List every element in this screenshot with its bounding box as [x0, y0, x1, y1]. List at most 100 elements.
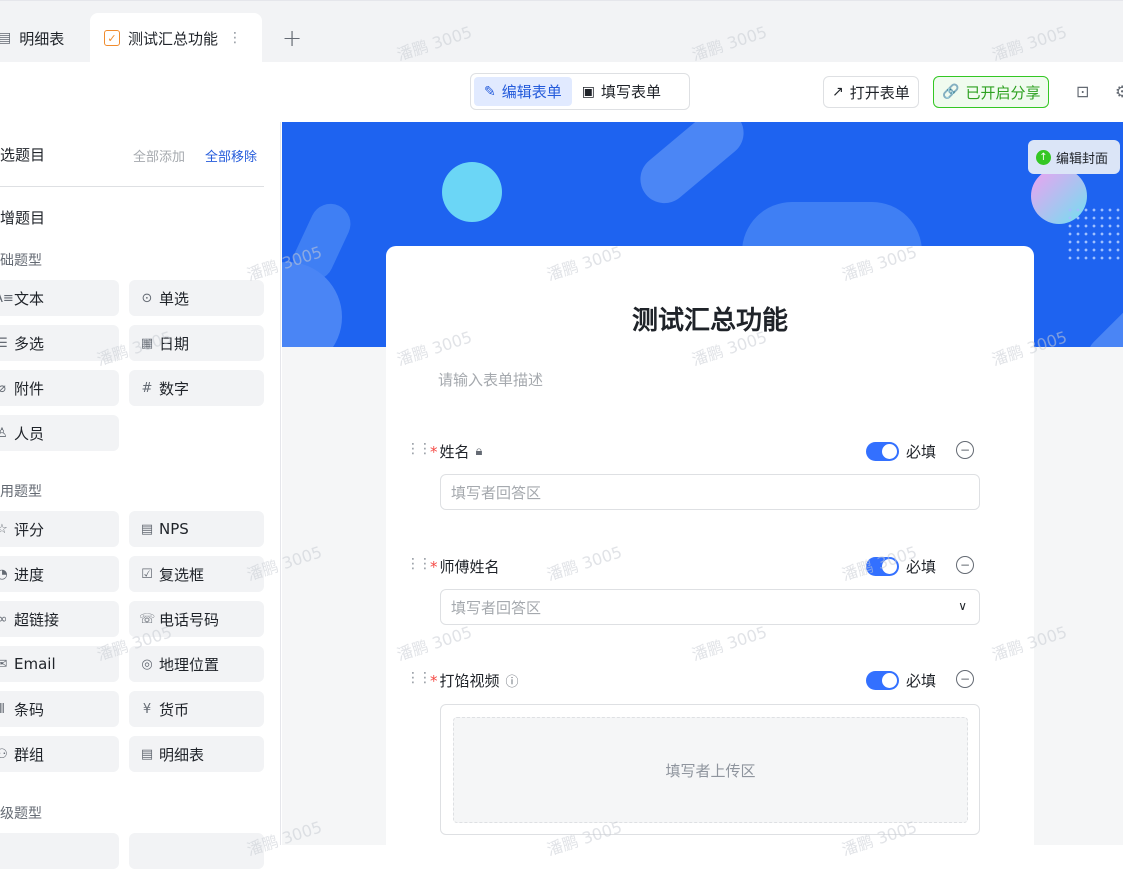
calendar-icon: ▦: [140, 335, 154, 351]
chevron-down-icon: ∨: [958, 599, 967, 613]
remove-all-link[interactable]: 全部移除: [205, 146, 257, 165]
field-location[interactable]: ◎ 地理位置: [129, 646, 264, 682]
toolbar: ✎ 编辑表单 ▣ 填写表单 ↗ 打开表单 🔗 已开启分享 ⊡ ⚙: [0, 62, 1123, 122]
share-enabled-label: 已开启分享: [965, 83, 1041, 102]
common-category: 用题型: [0, 484, 42, 500]
table-icon: ▤: [140, 746, 154, 762]
required-asterisk: *: [430, 557, 438, 576]
edit-cover-label: 编辑封面: [1056, 151, 1109, 167]
drag-handle-icon[interactable]: ⋮⋮: [406, 441, 432, 457]
advanced-category: 级题型: [0, 806, 42, 822]
field-barcode[interactable]: ⫴ 条码: [0, 691, 119, 727]
question-title[interactable]: 打馅视频: [440, 670, 500, 691]
field-checkbox[interactable]: ☑ 复选框: [129, 556, 264, 592]
remove-question-icon[interactable]: −: [956, 556, 974, 574]
question-title[interactable]: 师傅姓名: [440, 556, 500, 577]
field-attachment[interactable]: ⌀ 附件: [0, 370, 119, 406]
required-toggle[interactable]: [866, 557, 899, 576]
field-label: 复选框: [159, 565, 205, 584]
form-title[interactable]: 测试汇总功能: [386, 300, 1034, 337]
basic-category: 础题型: [0, 253, 42, 269]
field-person[interactable]: ♙ 人员: [0, 415, 119, 451]
field-label: 电话号码: [159, 610, 220, 629]
add-all-link[interactable]: 全部添加: [133, 146, 185, 165]
preview-icon[interactable]: ⊡: [1076, 82, 1089, 101]
remove-question-icon[interactable]: −: [956, 441, 974, 459]
question-label: * 姓名 🔒︎: [430, 441, 482, 462]
question-label: * 师傅姓名: [430, 556, 500, 577]
answer-select[interactable]: 填写者回答区 ∨: [440, 589, 980, 625]
fill-form-button[interactable]: ▣ 填写表单: [572, 77, 671, 106]
upload-area: 填写者上传区: [440, 704, 980, 835]
info-icon[interactable]: ⓘ: [506, 671, 519, 690]
tab-label: 明细表: [19, 29, 65, 48]
required-asterisk: *: [430, 671, 438, 690]
form-card: 测试汇总功能 请输入表单描述 ⋮⋮ * 姓名 🔒︎ 必填 − 填写者回答区 ⋮⋮…: [386, 246, 1034, 845]
cover-shape: [282, 262, 342, 347]
required-toggle[interactable]: [866, 671, 899, 690]
tab-test-summary[interactable]: ✓ 测试汇总功能 ⋮: [90, 13, 262, 63]
fill-form-label: 填写表单: [600, 83, 661, 101]
remove-question-icon[interactable]: −: [956, 670, 974, 688]
field-label: 单选: [159, 289, 190, 308]
field-advanced-1[interactable]: [0, 833, 119, 869]
edit-form-button[interactable]: ✎ 编辑表单: [474, 77, 572, 106]
hash-icon: #: [141, 380, 153, 396]
cover-shape: [1079, 299, 1123, 347]
mode-switch: ✎ 编辑表单 ▣ 填写表单: [470, 73, 690, 110]
field-multi-choice[interactable]: ☰ 多选: [0, 325, 119, 361]
field-label: 条码: [14, 700, 45, 719]
answer-input[interactable]: 填写者回答区: [440, 474, 980, 510]
edit-cover-button[interactable]: ↑ 编辑封面: [1028, 140, 1120, 174]
question-sidebar: 选题目 全部添加 全部移除 增题目 础题型 A≡文本 ⊙ 单选 ☰ 多选 ▦ 日期 ⌀…: [0, 122, 281, 869]
field-rating[interactable]: ☆ 评分: [0, 511, 119, 547]
more-vertical-icon[interactable]: ⋮: [228, 30, 242, 46]
field-email[interactable]: ✉ Email: [0, 646, 119, 682]
upload-placeholder: 填写者上传区: [665, 761, 756, 780]
field-number[interactable]: # 数字: [129, 370, 264, 406]
required-label: 必填: [906, 443, 937, 461]
radio-icon: ⊙: [141, 290, 153, 306]
paperclip-icon: ⌀: [0, 380, 6, 396]
tab-bar: ▤ 明细表 ✓ 测试汇总功能 ⋮ +: [0, 0, 1123, 63]
field-label: 进度: [14, 565, 45, 584]
new-question-header: 增题目: [0, 209, 46, 227]
field-date[interactable]: ▦ 日期: [129, 325, 264, 361]
barcode-icon: ⫴: [0, 701, 5, 717]
form-checklist-icon: ✓: [104, 30, 120, 46]
cover-dots: [1066, 206, 1122, 262]
field-currency[interactable]: ¥ 货币: [129, 691, 264, 727]
field-group[interactable]: ⚇ 群组: [0, 736, 119, 772]
upload-dropzone[interactable]: 填写者上传区: [453, 717, 968, 823]
answer-placeholder: 填写者回答区: [451, 598, 542, 617]
field-label: 地理位置: [159, 655, 220, 674]
field-advanced-2[interactable]: [129, 833, 264, 869]
field-single-choice[interactable]: ⊙ 单选: [129, 280, 264, 316]
drag-handle-icon[interactable]: ⋮⋮: [406, 556, 432, 572]
field-label: NPS: [159, 520, 189, 538]
field-hyperlink[interactable]: ∞ 超链接: [0, 601, 119, 637]
field-progress[interactable]: ◔ 进度: [0, 556, 119, 592]
share-enabled-button[interactable]: 🔗 已开启分享: [933, 76, 1050, 108]
required-toggle[interactable]: [866, 442, 899, 461]
field-nps[interactable]: ▤ NPS: [129, 511, 264, 547]
cover-shape: [630, 122, 754, 213]
form-description-input[interactable]: 请输入表单描述: [438, 369, 543, 390]
field-detail-table[interactable]: ▤ 明细表: [129, 736, 264, 772]
field-text[interactable]: A≡文本: [0, 280, 119, 316]
tab-label: 测试汇总功能: [128, 29, 219, 48]
fill-doc-icon: ▣: [581, 83, 595, 100]
question-title[interactable]: 姓名: [440, 441, 470, 462]
question-label: * 打馅视频 ⓘ: [430, 670, 519, 691]
required-label: 必填: [906, 558, 937, 576]
mail-icon: ✉: [0, 656, 8, 672]
field-label: 日期: [159, 334, 190, 353]
settings-icon[interactable]: ⚙: [1115, 82, 1123, 101]
open-form-button[interactable]: ↗ 打开表单: [823, 76, 919, 108]
answer-placeholder: 填写者回答区: [451, 483, 542, 502]
add-tab-button[interactable]: +: [282, 23, 302, 53]
field-phone[interactable]: ☏ 电话号码: [129, 601, 264, 637]
tab-detail-table[interactable]: ▤ 明细表: [0, 13, 64, 63]
drag-handle-icon[interactable]: ⋮⋮: [406, 670, 432, 686]
list-icon: ☰: [0, 335, 8, 351]
